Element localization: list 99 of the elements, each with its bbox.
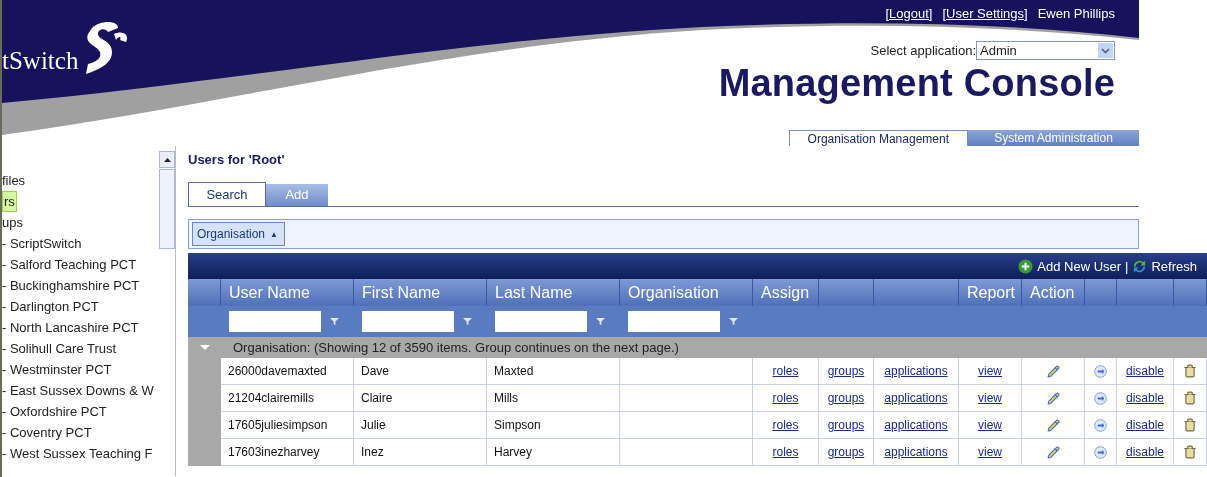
- plus-icon: [1018, 258, 1034, 274]
- applications-link[interactable]: applications: [884, 391, 948, 405]
- trash-icon[interactable]: [1183, 445, 1197, 459]
- filter-input[interactable]: [362, 311, 454, 332]
- tree-item[interactable]: - Coventry PCT: [2, 425, 92, 440]
- filter-input[interactable]: [495, 311, 587, 332]
- groups-link[interactable]: groups: [827, 418, 865, 432]
- column-header[interactable]: Report: [959, 279, 1022, 306]
- page-heading: Management Console: [718, 62, 1115, 105]
- group-chip[interactable]: Organisation ▲: [192, 222, 285, 246]
- logo-text: tSwitch: [2, 46, 79, 76]
- table-cell: 17603inezharvey: [221, 439, 354, 466]
- column-header[interactable]: Organisation: [620, 279, 753, 306]
- tree-item[interactable]: - East Sussex Downs & W: [2, 383, 154, 398]
- table-cell: Claire: [354, 385, 487, 412]
- view-link[interactable]: view: [978, 364, 1002, 378]
- table-cell: 26000davemaxted: [221, 358, 354, 385]
- view-link[interactable]: view: [978, 391, 1002, 405]
- trash-icon[interactable]: [1183, 364, 1197, 378]
- header-cell: [819, 279, 874, 306]
- view-link[interactable]: view: [978, 445, 1002, 459]
- header-cell: [188, 279, 221, 306]
- groups-link[interactable]: groups: [827, 445, 865, 459]
- refresh-icon: [1132, 258, 1148, 274]
- select-label: Select application:: [870, 43, 976, 58]
- disable-link[interactable]: disable: [1126, 445, 1164, 459]
- pencil-icon[interactable]: [1046, 391, 1060, 405]
- applications-link[interactable]: applications: [884, 445, 948, 459]
- group-label: Organisation: (Showing 12 of 3590 items. Group continues on the next page.): [233, 340, 679, 355]
- column-header[interactable]: Action: [1022, 279, 1085, 306]
- groups-link[interactable]: groups: [827, 364, 865, 378]
- filter-input[interactable]: [229, 311, 321, 332]
- tree-item[interactable]: - North Lancashire PCT: [2, 320, 139, 335]
- filter-input[interactable]: [628, 311, 720, 332]
- pencil-icon[interactable]: [1046, 364, 1060, 378]
- tree-item[interactable]: - Darlington PCT: [2, 299, 99, 314]
- tree-item[interactable]: files: [2, 173, 26, 188]
- application-select[interactable]: Admin: [976, 41, 1115, 60]
- arrow-circle-icon[interactable]: [1094, 418, 1107, 432]
- column-header[interactable]: Assign: [753, 279, 819, 306]
- table-cell: 17605juliesimpson: [221, 412, 354, 439]
- header-link[interactable]: [User Settings]: [942, 5, 1028, 21]
- filter-icon[interactable]: [463, 317, 472, 326]
- trash-icon[interactable]: [1183, 418, 1197, 432]
- table-cell: Julie: [354, 412, 487, 439]
- tree-item[interactable]: - Solihull Care Trust: [2, 341, 117, 356]
- arrow-circle-icon[interactable]: [1094, 391, 1107, 405]
- roles-link[interactable]: roles: [772, 364, 799, 378]
- table-cell: Mills: [487, 385, 620, 412]
- table-cell: Maxted: [487, 358, 620, 385]
- applications-link[interactable]: applications: [884, 364, 948, 378]
- roles-link[interactable]: roles: [772, 418, 799, 432]
- separator-text: |: [1125, 258, 1129, 274]
- filter-icon[interactable]: [729, 317, 738, 326]
- table-cell: Simpson: [487, 412, 620, 439]
- scrollbar-thumb[interactable]: [159, 169, 176, 249]
- column-header[interactable]: First Name: [354, 279, 487, 306]
- user-name: Ewen Phillips: [1037, 5, 1115, 21]
- roles-link[interactable]: roles: [772, 445, 799, 459]
- disable-link[interactable]: disable: [1126, 418, 1164, 432]
- filter-icon[interactable]: [596, 317, 605, 326]
- group-indent: [188, 439, 221, 466]
- tree-item[interactable]: - West Sussex Teaching F: [2, 446, 153, 461]
- pencil-icon[interactable]: [1046, 445, 1060, 459]
- add-user-button[interactable]: Add New User: [1018, 258, 1122, 274]
- tab[interactable]: Search: [188, 182, 266, 206]
- arrow-circle-icon[interactable]: [1094, 445, 1107, 459]
- table-cell: Harvey: [487, 439, 620, 466]
- tree-item[interactable]: - Oxfordshire PCT: [2, 404, 107, 419]
- disable-link[interactable]: disable: [1126, 391, 1164, 405]
- scroll-up-button[interactable]: [159, 151, 176, 168]
- tree-item[interactable]: ups: [2, 215, 23, 230]
- tree-item[interactable]: - Buckinghamshire PCT: [2, 278, 140, 293]
- tree-item[interactable]: - ScriptSwitch: [2, 236, 82, 251]
- header-cell: [1085, 279, 1117, 306]
- filter-icon[interactable]: [330, 317, 339, 326]
- refresh-button[interactable]: Refresh: [1132, 258, 1197, 274]
- arrow-circle-icon[interactable]: [1094, 364, 1107, 378]
- table-cell: Inez: [354, 439, 487, 466]
- header-cell: [1117, 279, 1174, 306]
- view-link[interactable]: view: [978, 418, 1002, 432]
- groups-link[interactable]: groups: [827, 391, 865, 405]
- nav-tab[interactable]: Organisation Management: [788, 130, 968, 146]
- table-cell: Dave: [354, 358, 487, 385]
- column-header[interactable]: Last Name: [487, 279, 620, 306]
- tree-item[interactable]: - Westminster PCT: [2, 362, 112, 377]
- up-arrow-icon: [163, 157, 171, 162]
- roles-link[interactable]: roles: [772, 391, 799, 405]
- pencil-icon[interactable]: [1046, 418, 1060, 432]
- applications-link[interactable]: applications: [884, 418, 948, 432]
- header-link[interactable]: [Logout]: [885, 5, 933, 21]
- disable-link[interactable]: disable: [1126, 364, 1164, 378]
- section-title: Users for 'Root': [188, 152, 286, 169]
- column-header[interactable]: User Name: [221, 279, 354, 306]
- tree-item[interactable]: - Salford Teaching PCT: [2, 257, 137, 272]
- table-cell: 21204clairemills: [221, 385, 354, 412]
- trash-icon[interactable]: [1183, 391, 1197, 405]
- tree-item[interactable]: rs: [2, 191, 17, 212]
- header-cell: [1174, 279, 1207, 306]
